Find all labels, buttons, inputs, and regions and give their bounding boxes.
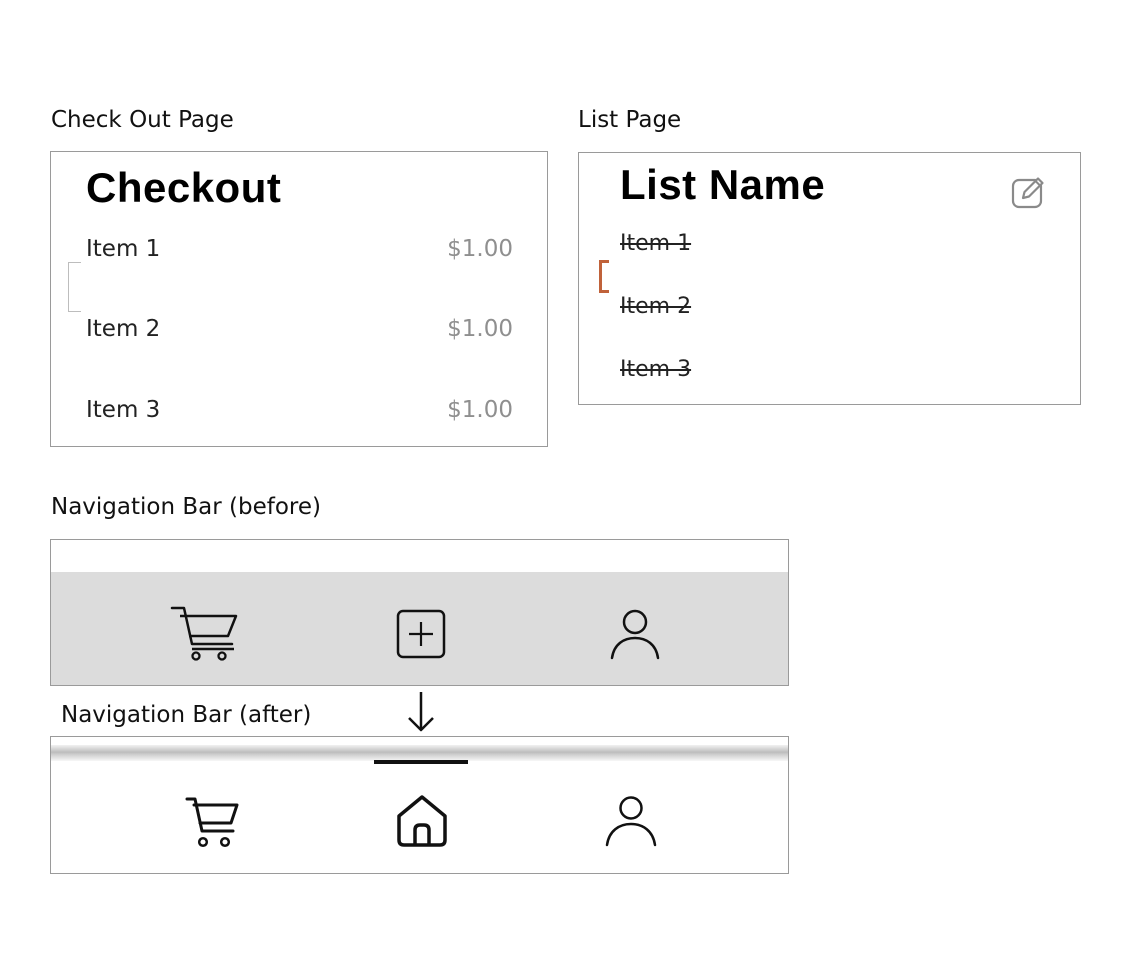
- spacing-bracket: [68, 262, 83, 312]
- add-square-icon[interactable]: [396, 609, 446, 659]
- spacing-bracket: [599, 260, 609, 293]
- cart-icon[interactable]: [185, 795, 241, 849]
- item-name: Item 3: [86, 397, 161, 423]
- item-price: $1.00: [447, 316, 513, 342]
- checkout-row[interactable]: Item 3 $1.00: [86, 397, 513, 423]
- item-price: $1.00: [447, 397, 513, 423]
- nav-before-label: Navigation Bar (before): [51, 494, 321, 520]
- list-item[interactable]: Item 1: [620, 231, 691, 256]
- checkout-row[interactable]: Item 2 $1.00: [86, 316, 513, 342]
- profile-icon[interactable]: [605, 795, 657, 847]
- list-item[interactable]: Item 2: [620, 294, 691, 319]
- list-item[interactable]: Item 3: [620, 357, 691, 382]
- home-icon[interactable]: [395, 794, 449, 848]
- checkout-row[interactable]: Item 1 $1.00: [86, 236, 513, 262]
- checkout-page-label: Check Out Page: [51, 107, 234, 133]
- list-screen: List Name Item 1 Item 2 Item 3: [578, 152, 1081, 405]
- profile-icon[interactable]: [609, 608, 661, 660]
- checkout-screen: Checkout Item 1 $1.00 Item 2 $1.00 Item …: [50, 151, 548, 447]
- item-price: $1.00: [447, 236, 513, 262]
- item-name: Item 1: [86, 236, 161, 262]
- item-name: Item 2: [86, 316, 161, 342]
- checkout-title: Checkout: [86, 164, 282, 211]
- nav-bar-after: [50, 736, 789, 874]
- list-title: List Name: [620, 161, 826, 208]
- nav-after-label: Navigation Bar (after): [61, 702, 312, 728]
- arrow-down-icon: [408, 692, 434, 732]
- nav-bar-before: [50, 539, 789, 686]
- cart-icon[interactable]: [170, 604, 242, 664]
- list-page-label: List Page: [578, 107, 682, 133]
- edit-icon[interactable]: [1009, 171, 1049, 211]
- nav-divider-shadow: [51, 745, 788, 761]
- active-tab-indicator: [374, 760, 468, 764]
